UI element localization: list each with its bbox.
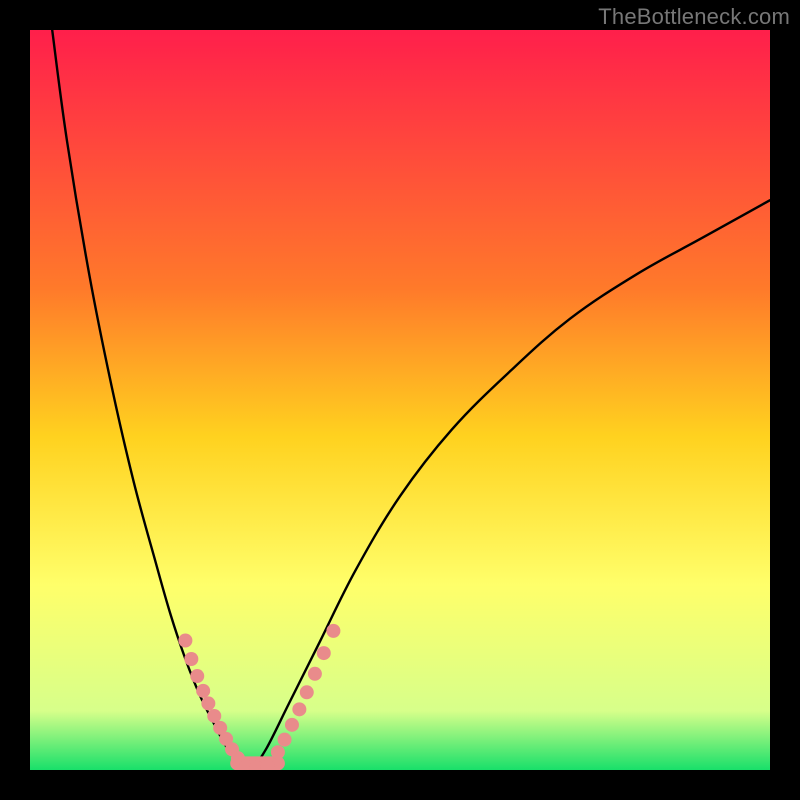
marker-dot: [178, 634, 192, 648]
chart-svg: [30, 30, 770, 770]
marker-dot: [300, 685, 314, 699]
marker-dot: [317, 646, 331, 660]
marker-dot: [184, 652, 198, 666]
marker-dot: [285, 718, 299, 732]
marker-dot: [292, 702, 306, 716]
marker-dot: [271, 745, 285, 759]
marker-dot: [196, 684, 210, 698]
markers-bottom: [239, 760, 274, 770]
marker-dot: [278, 733, 292, 747]
marker-dot: [207, 709, 221, 723]
marker-dot: [308, 667, 322, 681]
marker-dot: [190, 669, 204, 683]
chart-stage: TheBottleneck.com: [0, 0, 800, 800]
marker-dot: [201, 696, 215, 710]
watermark-text: TheBottleneck.com: [598, 4, 790, 30]
gradient-background: [30, 30, 770, 770]
marker-dot: [326, 624, 340, 638]
plot-area: [30, 30, 770, 770]
